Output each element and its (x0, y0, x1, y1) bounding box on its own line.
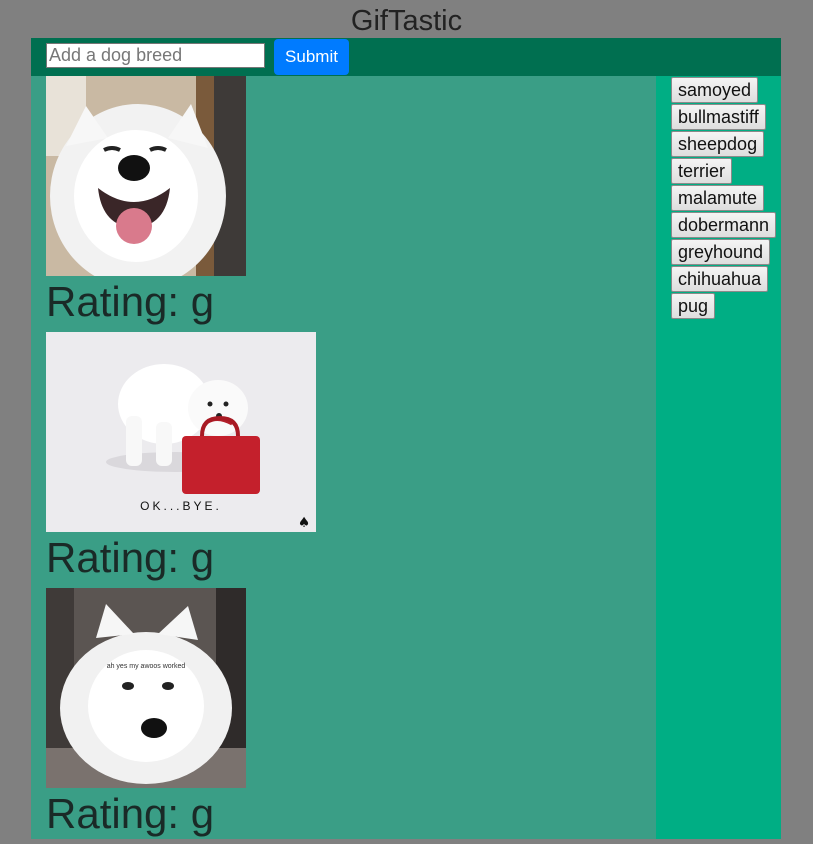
breed-button-samoyed[interactable]: samoyed (671, 77, 759, 103)
breed-button-terrier[interactable]: terrier (671, 158, 733, 184)
gif-rating: Rating: g (46, 790, 215, 837)
app-title: GifTastic (350, 5, 463, 37)
svg-text:♠: ♠ (298, 515, 311, 531)
breed-button-dobermann[interactable]: dobermann (671, 212, 777, 238)
gif-image[interactable] (46, 76, 246, 276)
gif-item: Rating: g (46, 76, 646, 332)
gif-results: Rating: g OK...BYE. ♠ Rating: g ah yes m… (46, 76, 646, 844)
gif-image[interactable]: ah yes my awoos worked (46, 588, 246, 788)
breed-button-greyhound[interactable]: greyhound (671, 239, 771, 265)
breed-sidebar: samoyed bullmastiff sheepdog terrier mal… (656, 76, 781, 839)
gif-caption: OK...BYE. (140, 499, 222, 513)
gif-item: ah yes my awoos worked Rating: g (46, 588, 646, 844)
search-bar: Submit (31, 38, 781, 76)
breed-button-chihuahua[interactable]: chihuahua (671, 266, 769, 292)
submit-button[interactable]: Submit (274, 39, 349, 75)
main-container: Submit (31, 38, 781, 839)
gif-rating: Rating: g (46, 278, 215, 325)
breed-button-bullmastiff[interactable]: bullmastiff (671, 104, 766, 130)
breed-button-malamute[interactable]: malamute (671, 185, 765, 211)
breed-button-list: samoyed bullmastiff sheepdog terrier mal… (671, 77, 777, 320)
breed-button-sheepdog[interactable]: sheepdog (671, 131, 765, 157)
gif-rating: Rating: g (46, 534, 215, 581)
breed-button-pug[interactable]: pug (671, 293, 716, 319)
gif-caption: ah yes my awoos worked (107, 663, 186, 670)
breed-search-input[interactable] (46, 43, 265, 68)
gif-item: OK...BYE. ♠ Rating: g (46, 332, 646, 588)
gif-image[interactable]: OK...BYE. ♠ (46, 332, 316, 532)
